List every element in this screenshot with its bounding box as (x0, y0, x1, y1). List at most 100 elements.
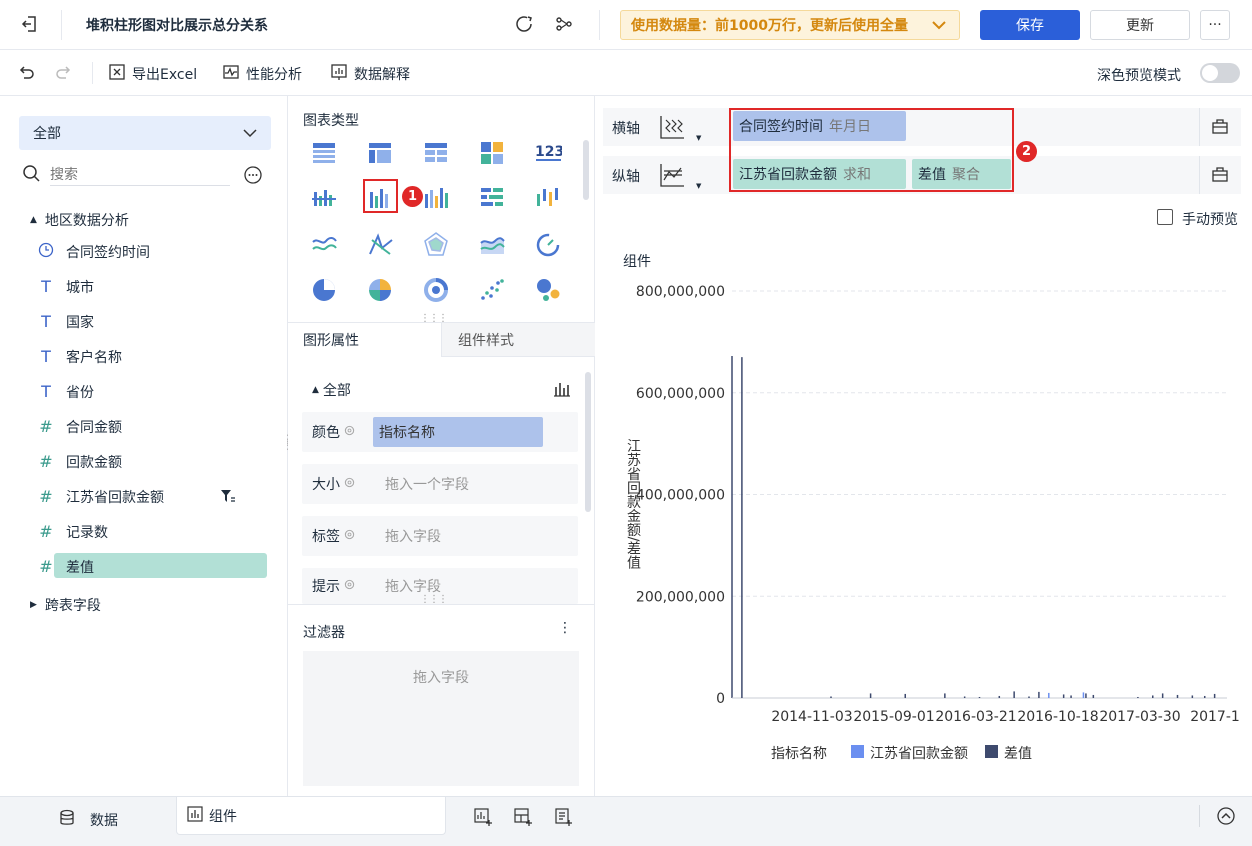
detail-table-icon[interactable] (422, 138, 450, 170)
y-axis-type-icon[interactable] (657, 160, 687, 194)
data-notice-dropdown[interactable]: 使用数据量：前1000万行，更新后使用全量 (620, 10, 960, 40)
export-excel-button[interactable]: 导出Excel (108, 63, 197, 85)
tab-graph-properties[interactable]: 图形属性 (288, 323, 441, 357)
bar (1028, 696, 1030, 698)
toggle-knob (1202, 65, 1218, 81)
field-item[interactable]: T 国家 (36, 304, 276, 339)
add-component-icon[interactable] (473, 807, 493, 831)
field-item[interactable]: 合同签约时间 (36, 234, 276, 269)
donut-chart-icon[interactable] (422, 276, 450, 308)
field-item[interactable]: # 记录数 (36, 514, 276, 549)
text-type-icon: T (41, 277, 51, 296)
column-chart-icon[interactable] (422, 184, 450, 216)
bar (1013, 691, 1015, 698)
chevron-down-icon (243, 124, 257, 146)
all-properties-node[interactable]: ▲ 全部 (312, 380, 351, 400)
add-report-icon[interactable] (553, 807, 573, 831)
refresh-icon[interactable] (513, 13, 535, 35)
table-chart-icon[interactable] (310, 138, 338, 170)
data-tab[interactable]: 数据 (58, 809, 118, 831)
search-input[interactable] (50, 164, 230, 186)
excel-icon (108, 63, 126, 85)
filter-title: 过滤器 (303, 625, 345, 641)
cross-table-icon[interactable] (366, 138, 394, 170)
data-explain-button[interactable]: 数据解释 (330, 63, 410, 85)
radar-chart-icon[interactable] (422, 230, 450, 262)
gauge-icon[interactable] (534, 230, 562, 262)
manual-preview-checkbox[interactable] (1157, 209, 1173, 225)
field-item[interactable]: T 客户名称 (36, 339, 276, 374)
gear-icon (344, 578, 355, 594)
text-type-icon: T (41, 312, 51, 331)
scrollbar[interactable] (585, 372, 591, 512)
field-item[interactable]: T 省份 (36, 374, 276, 409)
bar (904, 693, 906, 698)
x-tick-label: 2016-10-18 (1017, 709, 1098, 725)
bar-chart-icon[interactable] (478, 184, 506, 216)
label-property-row[interactable]: 标签 拖入字段 (302, 516, 578, 556)
field-item[interactable]: # 合同金额 (36, 409, 276, 444)
undo-icon[interactable] (16, 62, 36, 82)
update-button[interactable]: 更新 (1090, 10, 1190, 40)
collapse-up-icon[interactable] (1216, 806, 1236, 830)
card-chart-icon[interactable] (478, 138, 506, 170)
bar (1191, 695, 1194, 698)
radar-line-icon[interactable] (366, 230, 394, 262)
bar (1082, 692, 1085, 698)
pie-chart-icon[interactable] (310, 276, 338, 308)
bar (1048, 692, 1050, 698)
toolbox-icon[interactable] (1211, 165, 1229, 187)
tab-component-style[interactable]: 组件样式 (441, 323, 595, 357)
color-property-row[interactable]: 颜色 指标名称 (302, 412, 578, 452)
filter-dropzone[interactable]: 拖入字段 (303, 651, 579, 786)
exit-icon[interactable] (18, 12, 42, 36)
color-field-pill[interactable]: 指标名称 (373, 417, 543, 447)
component-tab[interactable]: 组件 (176, 797, 446, 835)
bar (1137, 696, 1139, 698)
cross-table-label: 跨表字段 (44, 598, 101, 614)
x-axis-type-icon[interactable] (657, 112, 687, 146)
dark-mode-toggle[interactable] (1200, 63, 1240, 83)
dataset-node[interactable]: ▲ 地区数据分析 (30, 210, 129, 230)
cross-table-node[interactable]: ▶ 跨表字段 (30, 595, 101, 615)
field-list: 合同签约时间 T 城市 T 国家 T 客户名称 T 省份 # 合同金额 # 回款金额 # 江苏… (36, 234, 276, 584)
field-item[interactable]: T 城市 (36, 269, 276, 304)
data-explain-label: 数据解释 (354, 67, 410, 83)
link-icon[interactable] (553, 13, 575, 35)
more-button[interactable]: ··· (1200, 10, 1230, 40)
caret-down-icon[interactable]: ▼ (696, 134, 701, 142)
scatter-chart-icon[interactable] (478, 276, 506, 308)
y-axis-title: 江苏省回款金额/差值 (625, 439, 641, 570)
y-tick-label: 0 (716, 691, 725, 707)
save-button[interactable]: 保存 (980, 10, 1080, 40)
bar-chart-small-icon[interactable] (553, 380, 571, 402)
dataset-dropdown[interactable]: 全部 (19, 116, 271, 150)
bubble-chart-icon[interactable] (534, 276, 562, 308)
size-property-row[interactable]: 大小 拖入一个字段 (302, 464, 578, 504)
line-chart-icon[interactable] (310, 230, 338, 262)
more-options-icon[interactable] (243, 165, 263, 189)
field-item-selected[interactable]: # 差值 (36, 549, 276, 584)
dataset-dropdown-value: 全部 (33, 126, 61, 142)
top-bar: 堆积柱形图对比展示总分关系 使用数据量：前1000万行，更新后使用全量 保存 更… (0, 0, 1252, 50)
perf-analysis-button[interactable]: 性能分析 (222, 63, 302, 85)
redo-icon[interactable] (54, 62, 74, 82)
more-vertical-icon[interactable]: ⋮ (558, 620, 572, 636)
field-item[interactable]: # 江苏省回款金额 (36, 479, 276, 514)
x-tick-label: 2016-03-21 (935, 709, 1016, 725)
text-type-icon: T (41, 347, 51, 366)
rose-chart-icon[interactable] (366, 276, 394, 308)
axis-highlight-box (729, 108, 1014, 192)
area-chart-icon[interactable] (478, 230, 506, 262)
range-column-icon[interactable] (534, 184, 562, 216)
caret-down-icon[interactable]: ▼ (696, 182, 701, 190)
scrollbar[interactable] (583, 140, 589, 200)
field-item[interactable]: # 回款金额 (36, 444, 276, 479)
kpi-number-icon[interactable]: 123 (534, 138, 564, 170)
chart-area-panel: 横轴 ▼ 合同签约时间 年月日 纵轴 ▼ 江苏省回款金额 求和 差值 聚合 2 手动预… (595, 96, 1252, 796)
divider (92, 62, 93, 84)
grouped-bar-icon[interactable] (310, 184, 338, 216)
add-dashboard-icon[interactable] (513, 807, 533, 831)
toolbox-icon[interactable] (1211, 117, 1229, 139)
chevron-down-icon (931, 15, 947, 39)
